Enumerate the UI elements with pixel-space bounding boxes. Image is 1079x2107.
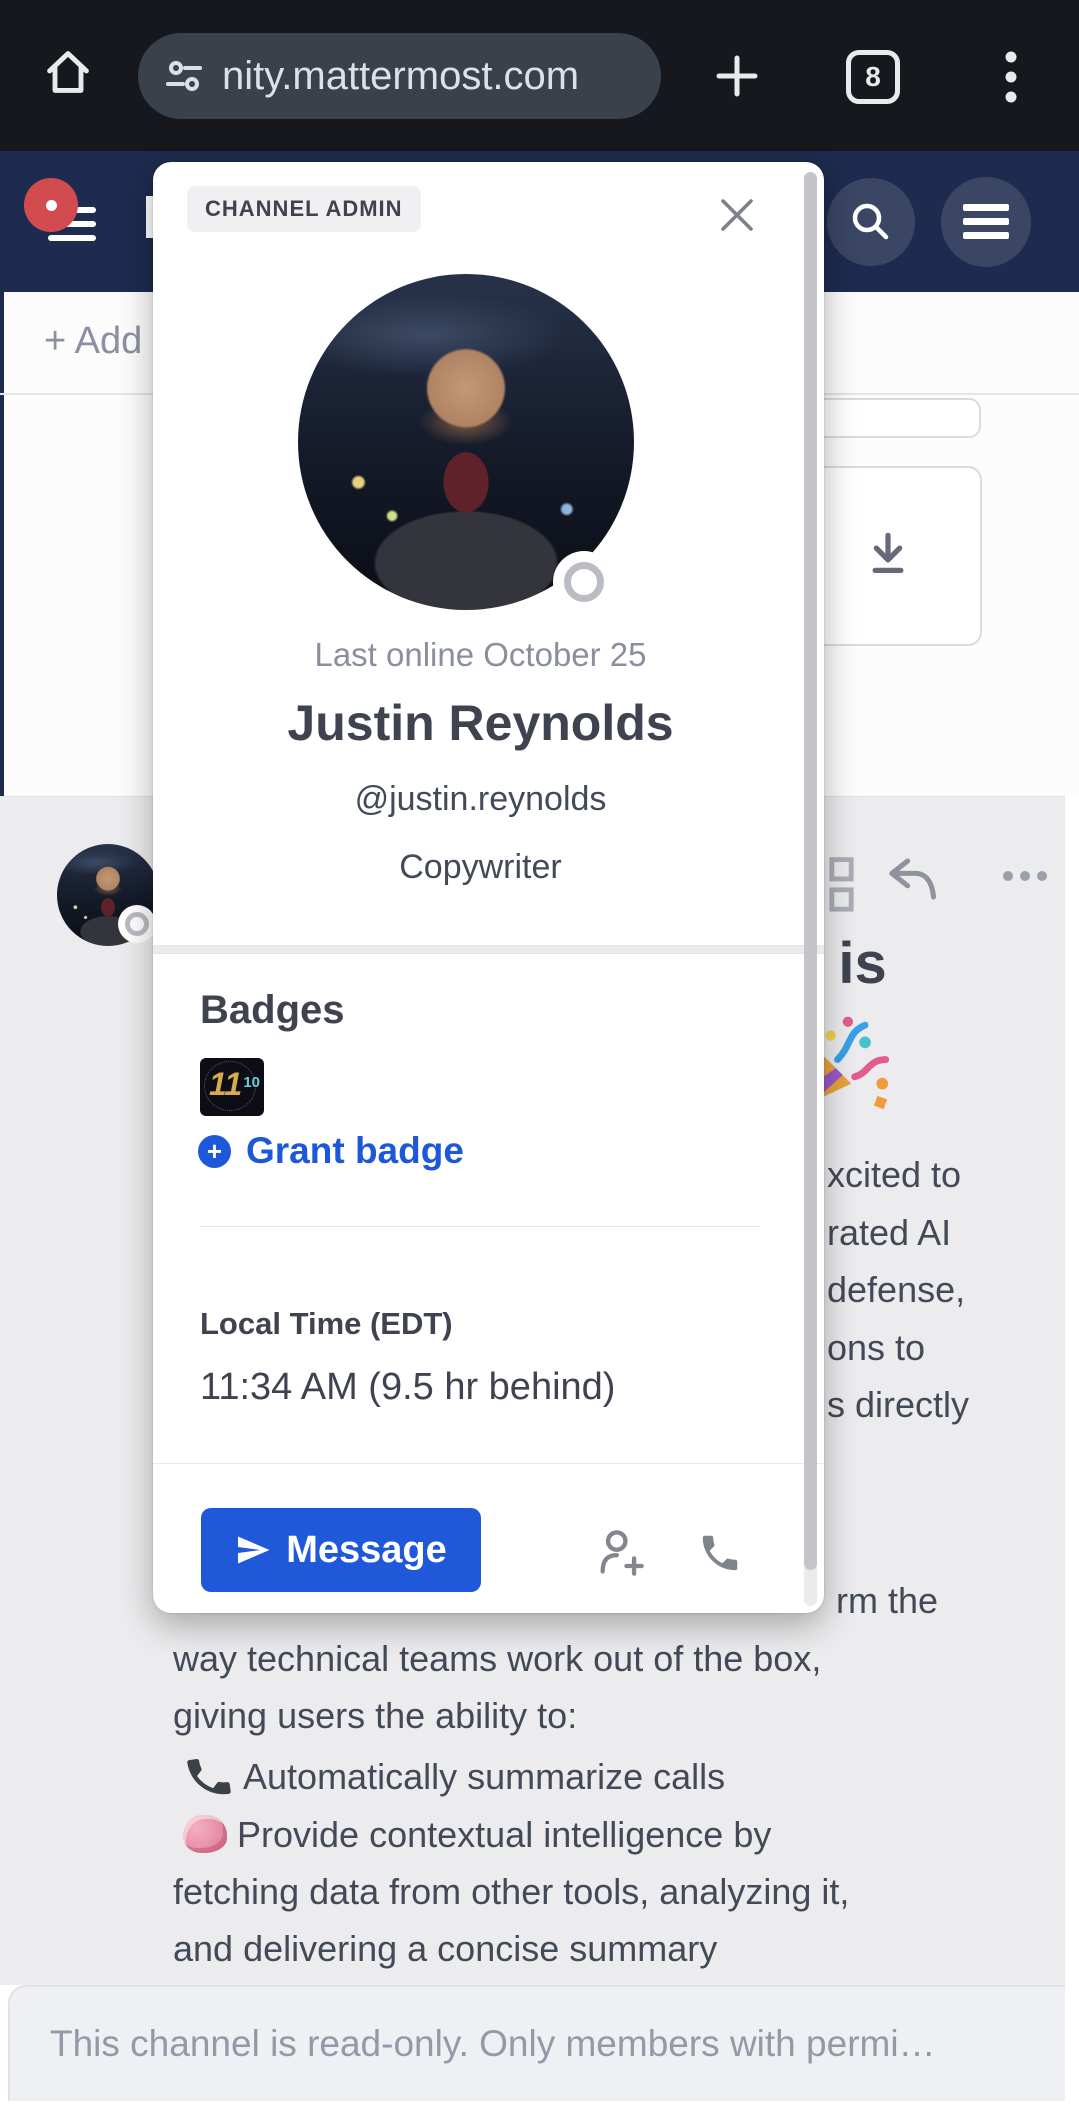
send-icon — [235, 1532, 271, 1568]
post-status-indicator — [118, 905, 156, 943]
close-icon — [717, 195, 757, 235]
screen: nity.mattermost.com 8 — [0, 0, 1079, 2107]
truncated-line: s directly — [827, 1376, 969, 1434]
browser-menu-icon[interactable] — [1000, 48, 1022, 106]
last-online-text: Last online October 25 — [153, 636, 808, 674]
badge-tile[interactable]: 11 10 — [200, 1058, 264, 1116]
popup-scrollbar-thumb[interactable] — [804, 172, 817, 1570]
footer-divider — [153, 1463, 824, 1464]
truncated-line: xcited to — [827, 1146, 969, 1204]
readonly-notice-text: This channel is read-only. Only members … — [10, 2023, 936, 2065]
bullet-wrap-line: fetching data from other tools, analyzin… — [173, 1863, 849, 1920]
plus-circle-icon: + — [198, 1135, 231, 1168]
url-text[interactable]: nity.mattermost.com — [222, 54, 579, 99]
truncated-line: rated AI — [827, 1204, 969, 1262]
main-menu-button[interactable] — [941, 177, 1031, 267]
badge-count: 10 — [243, 1074, 260, 1091]
phone-icon — [697, 1530, 743, 1576]
bullet-intelligence: 🧠 Provide contextual intelligence by — [173, 1806, 771, 1863]
profile-name: Justin Reynolds — [153, 694, 808, 752]
scroll-gutter — [1065, 796, 1079, 2101]
brain-emoji — [183, 1815, 227, 1853]
search-button[interactable] — [827, 178, 915, 266]
tab-switcher[interactable]: 8 — [846, 50, 900, 104]
truncated-line: ons to — [827, 1319, 969, 1377]
profile-position: Copywriter — [153, 848, 808, 887]
local-time-value: 11:34 AM (9.5 hr behind) — [200, 1366, 615, 1409]
post-body-line: giving users the ability to: — [173, 1687, 577, 1744]
menu-icon — [963, 202, 1009, 242]
bullet-wrap-line: and delivering a concise summary — [173, 1920, 717, 1977]
bullet-calls: 📞 Automatically summarize calls — [173, 1748, 725, 1805]
badges-title: Badges — [200, 988, 345, 1033]
message-button-label: Message — [286, 1529, 447, 1572]
message-button[interactable]: Message — [201, 1508, 481, 1592]
grant-badge-label: Grant badge — [246, 1130, 464, 1172]
post-more-icon[interactable] — [1002, 868, 1048, 884]
channel-title-fragment — [146, 196, 153, 238]
close-button[interactable] — [713, 192, 761, 240]
truncated-paragraph: xcited to rated AI defense, ons to s dir… — [827, 1146, 969, 1434]
url-bar[interactable]: nity.mattermost.com — [138, 33, 661, 119]
site-settings-icon[interactable] — [164, 56, 204, 96]
new-tab-icon[interactable] — [713, 52, 761, 100]
truncated-line: defense, — [827, 1261, 969, 1319]
person-add-icon — [594, 1527, 646, 1579]
browser-toolbar: nity.mattermost.com 8 — [0, 0, 1079, 151]
post-body-line: way technical teams work out of the box, — [173, 1630, 821, 1687]
local-time-label: Local Time (EDT) — [200, 1306, 453, 1342]
role-badge: CHANNEL ADMIN — [187, 186, 421, 232]
phone-emoji — [180, 1748, 239, 1807]
reply-icon[interactable] — [884, 856, 938, 902]
home-icon[interactable] — [42, 46, 94, 98]
divider — [200, 1226, 760, 1227]
profile-username: @justin.reynolds — [153, 780, 808, 819]
readonly-notice-bar: This channel is read-only. Only members … — [8, 1985, 1079, 2101]
tab-count: 8 — [865, 61, 881, 93]
bullet-calls-text: Automatically summarize calls — [243, 1756, 725, 1797]
cut-line: rm the — [836, 1572, 938, 1629]
call-button[interactable] — [696, 1530, 744, 1578]
search-icon — [847, 198, 895, 246]
add-channel-header-link[interactable]: + Add — [44, 320, 142, 363]
status-indicator-offline — [553, 551, 615, 613]
grant-badge-link[interactable]: + Grant badge — [198, 1130, 464, 1172]
section-divider — [153, 945, 824, 954]
download-icon[interactable] — [860, 526, 916, 582]
badge-number: 11 — [209, 1066, 242, 1103]
profile-popup: CHANNEL ADMIN Last online October 25 Jus… — [153, 162, 824, 1613]
unread-badge — [24, 178, 78, 232]
bullet-intelligence-text: Provide contextual intelligence by — [237, 1814, 771, 1855]
add-to-channel-button[interactable] — [594, 1527, 646, 1579]
